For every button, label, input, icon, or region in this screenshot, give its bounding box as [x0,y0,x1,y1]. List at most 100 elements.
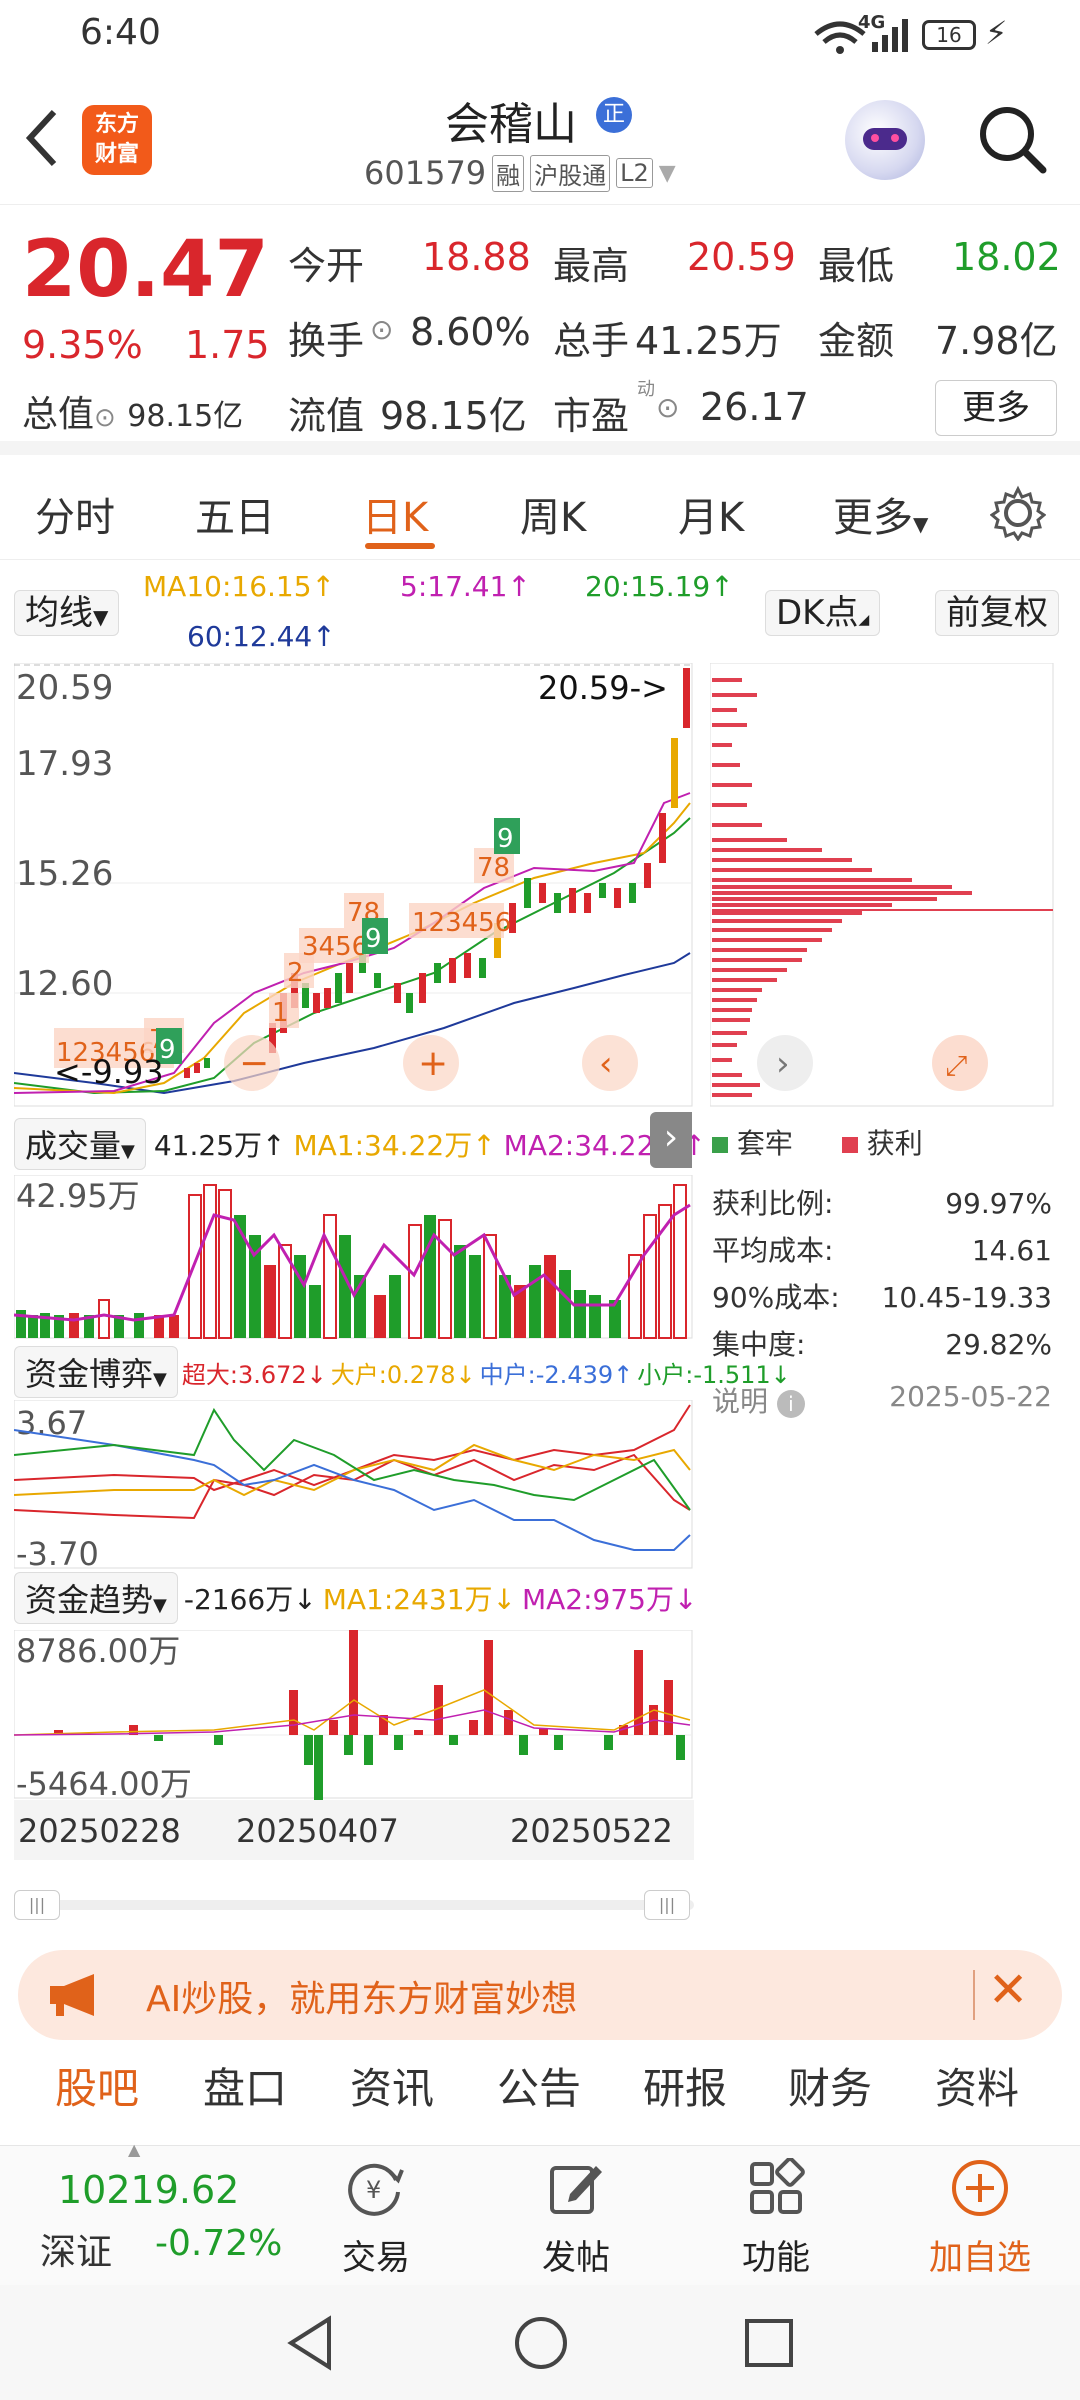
dk-point-button[interactable]: DK点◢ [765,590,881,636]
ma10-legend: MA10:16.15↑ [143,570,335,603]
capital-trend-button[interactable]: 资金趋势▼ [14,1572,178,1624]
svg-text:3456: 3456 [302,932,368,962]
capital-trend-header: 资金趋势▼ -2166万↓ MA1:2431万↓ MA2:975万↓ [14,1572,697,1624]
tab-pankou[interactable]: 盘口 [203,2055,287,2116]
adjust-button[interactable]: 前复权 [935,590,1059,636]
nav-recents-icon[interactable] [743,2317,795,2369]
back-icon[interactable] [22,108,62,168]
post-button[interactable]: 发帖 [496,2158,656,2279]
adjust-selector[interactable]: 前复权 [935,585,1059,636]
megaphone-icon [50,1974,94,2016]
add-watchlist-button[interactable]: 加自选 [900,2158,1060,2279]
edit-icon [550,2166,602,2214]
chip-legend: 套牢 获利 [712,1122,923,1162]
pe-info-icon[interactable]: ⊙ [656,391,679,424]
ma60-legend: 60:12.44↑ [187,620,336,653]
date-axis: 20250228 20250407 20250522 [14,1800,694,1860]
market-cap-value: 98.15亿 [127,399,244,434]
functions-label: 功能 [742,2238,810,2278]
kline-chart[interactable]: 20.59 17.93 15.26 12.60 123456 9 1 2 345… [14,663,694,1108]
caret-up-icon[interactable]: ▲ [128,2140,140,2159]
svg-text:9: 9 [365,924,382,954]
app-logo[interactable]: 东方 财富 [82,105,152,175]
capital-trend-ma2: MA2:975万↓ [521,1583,698,1616]
chip-stats: 获利比例: 99.97% 平均成本: 14.61 90%成本: 10.45-19.33… [712,1180,1052,1368]
tab-daily-k[interactable]: 日K [362,485,428,543]
tab-profile[interactable]: 资料 [935,2055,1019,2116]
search-icon[interactable] [975,102,1050,177]
ma20-legend: 20:15.19↑ [585,570,734,603]
svg-text:1: 1 [272,998,289,1028]
signal-icon [872,19,908,52]
tab-five-day[interactable]: 五日 [195,485,275,543]
dropdown-icon[interactable]: ▼ [659,161,676,186]
tab-more[interactable]: 更多▼ [833,485,928,543]
turnover-info-icon[interactable]: ⊙ [370,313,393,346]
tab-news[interactable]: 资讯 [350,2055,434,2116]
pe-superscript: 动 [637,379,655,400]
tab-monthly-k[interactable]: 月K [678,485,744,543]
capital-game-button[interactable]: 资金博弈▼ [14,1346,178,1398]
volume-chart[interactable]: 42.95万 [14,1175,694,1340]
chart-range-scrollbar[interactable]: ||| ||| [14,1890,694,1920]
stock-code-row: 601579 融 沪股通 L2 ▼ [364,154,676,192]
stock-header: 东方 财富 会稽山 正 601579 融 沪股通 L2 ▼ [0,70,1080,205]
date-label-mid: 20250407 [236,1812,399,1850]
high-label: 最高 [553,244,630,288]
trapped-legend: 套牢 [736,1127,793,1160]
level-badge: L2 [616,158,653,188]
trade-yen-icon: ¥ [348,2163,404,2216]
add-circle-icon [952,2160,1008,2216]
concentration-value: 29.82% [945,1328,1052,1361]
svg-text:¥: ¥ [366,2176,381,2204]
tab-guba[interactable]: 股吧 [55,2055,139,2116]
battery-icon: 16 [922,20,976,50]
open-label: 今开 [288,244,365,288]
ai-promo-banner[interactable]: AI炒股，就用东方财富妙想 ✕ [18,1950,1062,2040]
ma-button[interactable]: 均线▼ [14,590,120,636]
caret-down-icon: ▼ [913,512,929,536]
more-button[interactable]: 更多 [935,380,1057,436]
functions-button[interactable]: 功能 [696,2157,856,2279]
low-price-marker: <-9.93 [54,1053,164,1091]
settings-gear-icon[interactable] [990,485,1046,541]
profit-swatch [841,1137,858,1153]
caret-down-icon: ▼ [153,1595,167,1616]
super-large-value: 超大:3.672↓ [181,1360,327,1389]
volume-indicator-button[interactable]: 成交量▼ [14,1118,146,1170]
tab-research[interactable]: 研报 [643,2055,727,2116]
tab-announcements[interactable]: 公告 [497,2055,581,2116]
trade-button[interactable]: ¥ 交易 [296,2158,456,2279]
ma-selector[interactable]: 均线▼ [14,585,120,636]
cost-90-value: 10.45-19.33 [881,1281,1052,1314]
medium-value: 中户:-2.439↑ [479,1360,634,1389]
expand-panel-button[interactable]: › [650,1112,692,1168]
post-label: 发帖 [542,2238,610,2278]
logo-line1: 东方 [94,112,139,137]
robot-assistant-icon[interactable] [845,100,925,180]
close-icon[interactable]: ✕ [988,1962,1028,2018]
info-icon[interactable]: ⊙ [94,403,116,433]
high-price-marker: 20.59-> [538,669,668,707]
amount-label: 金额 [818,319,895,363]
scrollbar-left-handle[interactable]: ||| [14,1890,60,1920]
date-label-start: 20250228 [18,1812,181,1850]
tab-intraday[interactable]: 分时 [35,485,115,543]
tab-finance[interactable]: 财务 [788,2055,872,2116]
chip-distribution-chart[interactable]: › ⤢ [710,663,1055,1108]
chevron-right-icon: › [663,1117,679,1158]
dk-point-selector[interactable]: DK点◢ [765,585,881,636]
capital-trend-chart[interactable]: 8786.00万 -5464.00万 [14,1630,694,1800]
nav-home-icon[interactable] [513,2315,569,2371]
banner-divider [973,1970,975,2020]
content-tabs: 股吧 盘口 资讯 公告 研报 财务 资料 [0,2055,1080,2145]
nav-back-icon[interactable] [285,2315,335,2371]
pe-value: 26.17 [700,385,809,429]
scrollbar-right-handle[interactable]: ||| [644,1890,690,1920]
volume-value: 41.25万↑ [153,1129,286,1162]
kline-ytick-4: 12.60 [16,964,113,1004]
profit-ratio-label: 获利比例: [712,1187,834,1220]
change-percent: 9.35% [22,323,143,367]
capital-game-chart[interactable]: 3.67 -3.70 [14,1400,694,1570]
tab-weekly-k[interactable]: 周K [520,485,586,543]
